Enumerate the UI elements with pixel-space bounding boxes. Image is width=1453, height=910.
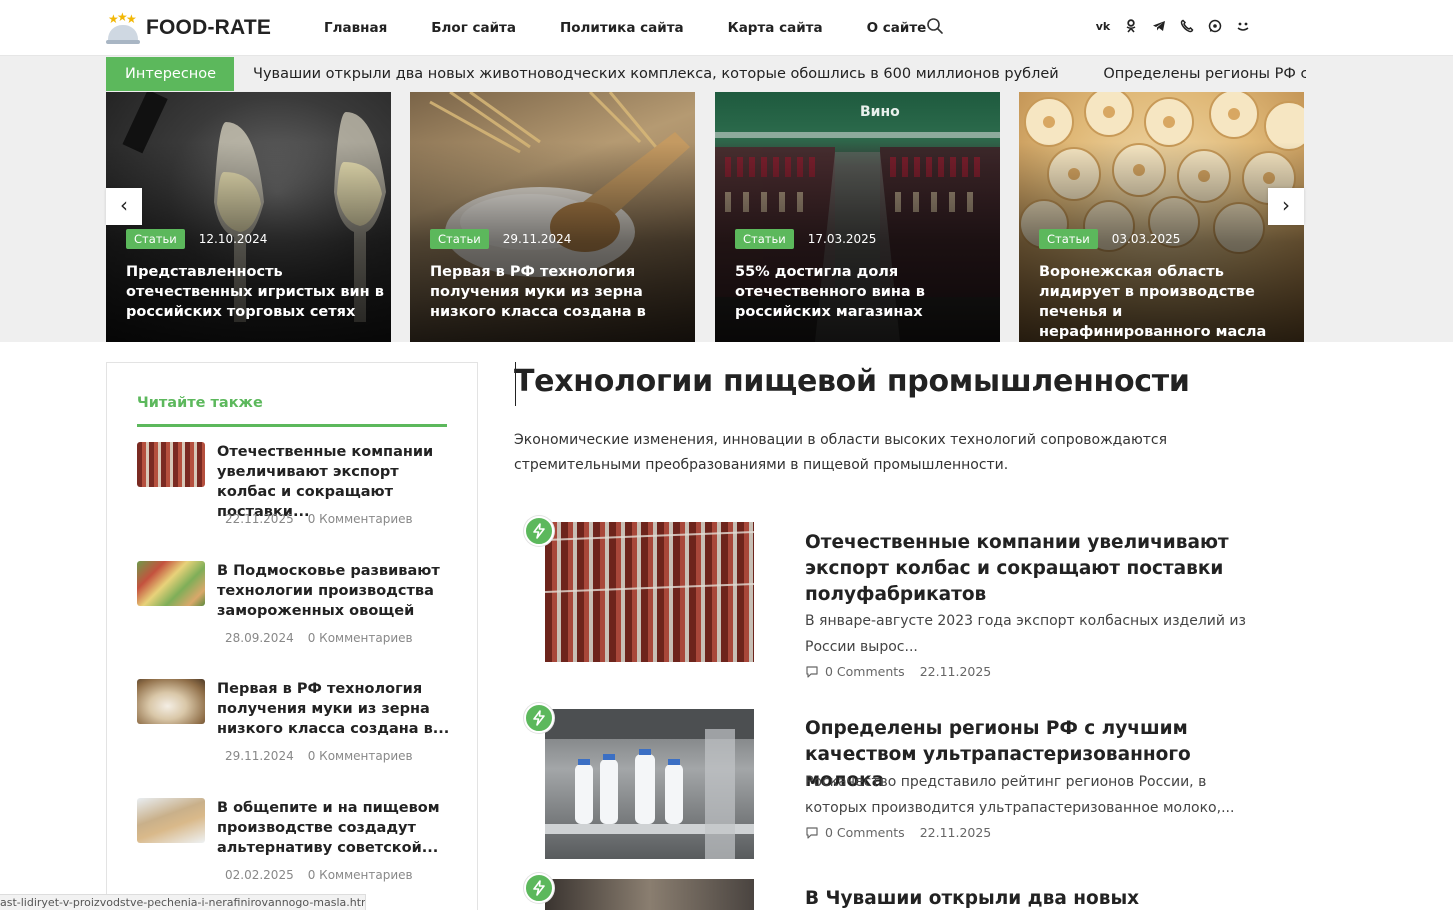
- sidebar-item-date: 22.11.2025: [225, 512, 294, 526]
- sidebar-item-title[interactable]: Первая в РФ технология получения муки из…: [217, 679, 452, 739]
- category-badge[interactable]: Статьи: [126, 229, 185, 249]
- post-meta: 0 Comments 22.11.2025: [805, 664, 991, 679]
- post-excerpt: В январе-августе 2023 года экспорт колба…: [805, 613, 1246, 655]
- lightning-icon: [524, 873, 554, 903]
- sidebar-item-title[interactable]: В общепите и на пищевом производстве соз…: [217, 798, 452, 858]
- sidebar-item-date: 02.02.2025: [225, 868, 294, 882]
- whatsapp-icon[interactable]: [1207, 17, 1223, 35]
- slide-card[interactable]: Статьи 03.03.2025 Воронежская область ли…: [1019, 92, 1304, 342]
- logo-icon: ★ ★ ★: [106, 11, 140, 45]
- nav-item-home[interactable]: Главная: [324, 20, 387, 36]
- slide-date: 29.11.2024: [502, 232, 572, 246]
- comment-icon: [806, 666, 818, 678]
- slide-title[interactable]: Представленность отечественных игристых …: [126, 262, 384, 322]
- post-thumbnail[interactable]: [545, 879, 754, 910]
- sidebar-title: Читайте также: [137, 395, 263, 411]
- sidebar-item-title[interactable]: Отечественные компании увеличивают экспо…: [217, 442, 452, 522]
- sidebar-item-comments[interactable]: 0 Комментариев: [308, 631, 413, 645]
- sidebar-item[interactable]: В общепите и на пищевом производстве соз…: [137, 798, 457, 898]
- slide-meta: Статьи 17.03.2025: [735, 229, 876, 249]
- sidebar-item-meta: 29.11.2024 0 Комментариев: [225, 749, 413, 763]
- lightning-icon: [524, 703, 554, 733]
- vk-icon[interactable]: vk: [1095, 17, 1111, 35]
- browser-status-url: ast-lidiryet-v-proizvodstve-pechenia-i-n…: [0, 894, 366, 910]
- slide-card[interactable]: Статьи 12.10.2024 Представленность отече…: [106, 92, 391, 342]
- slide-title[interactable]: 55% достигла доля отечественного вина в …: [735, 262, 993, 322]
- sidebar-item-date: 28.09.2024: [225, 631, 294, 645]
- nav-item-policy[interactable]: Политика сайта: [560, 20, 684, 36]
- post-date: 22.11.2025: [919, 664, 992, 679]
- social-links: vk: [1095, 17, 1263, 35]
- post-date: 22.11.2025: [919, 825, 992, 840]
- slide-date: 12.10.2024: [198, 232, 268, 246]
- sidebar-item-comments[interactable]: 0 Комментариев: [308, 868, 413, 882]
- slide-date: 03.03.2025: [1111, 232, 1181, 246]
- sidebar-item-meta: 28.09.2024 0 Комментариев: [225, 631, 413, 645]
- sidebar-item-meta: 22.11.2025 0 Комментариев: [225, 512, 413, 526]
- slide-date: 17.03.2025: [807, 232, 877, 246]
- sidebar-item[interactable]: В Подмосковье развивают технологии произ…: [137, 561, 457, 661]
- category-badge[interactable]: Статьи: [1039, 229, 1098, 249]
- sidebar-widget: Читайте также Отечественные компании уве…: [106, 362, 478, 910]
- category-badge[interactable]: Статьи: [430, 229, 489, 249]
- site-header: ★ ★ ★ FOOD-RATE Главная Блог сайта Полит…: [0, 0, 1453, 56]
- sidebar-item[interactable]: Первая в РФ технология получения муки из…: [137, 679, 457, 779]
- slider-next-button[interactable]: ›: [1268, 188, 1304, 225]
- sidebar-item-comments[interactable]: 0 Комментариев: [308, 512, 413, 526]
- logo-text: FOOD-RATE: [146, 16, 272, 39]
- slide-meta: Статьи 03.03.2025: [1039, 229, 1180, 249]
- category-badge[interactable]: Статьи: [735, 229, 794, 249]
- page-description: Экономические изменения, инновации в обл…: [514, 432, 1168, 473]
- lightning-icon: [524, 516, 554, 546]
- post-comments[interactable]: 0 Comments: [825, 664, 905, 679]
- post-title[interactable]: В Чувашии открыли два новых: [805, 886, 1275, 910]
- nav-item-blog[interactable]: Блог сайта: [431, 20, 516, 36]
- news-ticker: Интересное Чувашии открыли два новых жив…: [106, 57, 1306, 91]
- post-thumbnail[interactable]: [545, 709, 754, 859]
- ticker-track: Чувашии открыли два новых животноводческ…: [253, 57, 1306, 91]
- sidebar-title-underline: [137, 424, 447, 427]
- post-comments[interactable]: 0 Comments: [825, 825, 905, 840]
- sidebar-thumbnail[interactable]: [137, 798, 205, 843]
- slide-meta: Статьи 12.10.2024: [126, 229, 267, 249]
- page-title: Технологии пищевой промышленности: [514, 364, 1190, 399]
- post-meta: 0 Comments 22.11.2025: [805, 825, 991, 840]
- post-thumbnail[interactable]: [545, 522, 754, 662]
- ticker-item[interactable]: Чувашии открыли два новых животноводческ…: [253, 66, 1059, 82]
- slide-meta: Статьи 29.11.2024: [430, 229, 571, 249]
- slide-title[interactable]: Воронежская область лидирует в производс…: [1039, 262, 1297, 342]
- ticker-item[interactable]: Определены регионы РФ с лучшим качеством…: [1103, 66, 1306, 82]
- slide-card[interactable]: Статьи 29.11.2024 Первая в РФ технология…: [410, 92, 695, 342]
- sidebar-thumbnail[interactable]: [137, 561, 205, 606]
- main-nav: Главная Блог сайта Политика сайта Карта …: [324, 0, 970, 56]
- nav-item-sitemap[interactable]: Карта сайта: [728, 20, 823, 36]
- viber-icon[interactable]: [1179, 17, 1195, 35]
- slide-title[interactable]: Первая в РФ технология получения муки из…: [430, 262, 688, 322]
- post-excerpt: Роскачество представило рейтинг регионов…: [805, 774, 1235, 816]
- odnoklassniki-icon[interactable]: [1123, 17, 1139, 35]
- sidebar-thumbnail[interactable]: [137, 442, 205, 487]
- dzen-icon[interactable]: [1235, 17, 1251, 35]
- ticker-label: Интересное: [106, 57, 234, 91]
- sidebar-item-title[interactable]: В Подмосковье развивают технологии произ…: [217, 561, 452, 621]
- slide-card[interactable]: Вино Статьи 17.03.2025 55% достигла доля…: [715, 92, 1000, 342]
- comment-icon: [806, 827, 818, 839]
- search-icon[interactable]: [926, 17, 944, 35]
- slider-prev-button[interactable]: ‹: [106, 188, 142, 225]
- sidebar-item[interactable]: Отечественные компании увеличивают экспо…: [137, 442, 457, 542]
- nav-item-about[interactable]: О сайте: [867, 20, 927, 36]
- sidebar-item-comments[interactable]: 0 Комментариев: [308, 749, 413, 763]
- sidebar-item-date: 29.11.2024: [225, 749, 294, 763]
- post-title[interactable]: Отечественные компании увеличивают экспо…: [805, 530, 1275, 608]
- sidebar-item-meta: 02.02.2025 0 Комментариев: [225, 868, 413, 882]
- sidebar-thumbnail[interactable]: [137, 679, 205, 724]
- site-logo[interactable]: ★ ★ ★ FOOD-RATE: [106, 10, 271, 46]
- telegram-icon[interactable]: [1151, 17, 1167, 35]
